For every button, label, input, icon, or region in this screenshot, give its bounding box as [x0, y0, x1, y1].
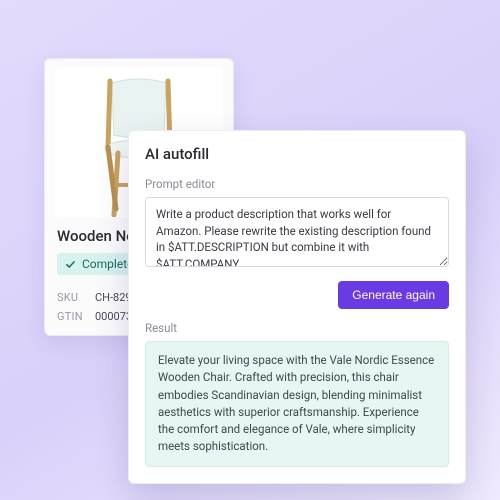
- result-output: Elevate your living space with the Vale …: [145, 341, 449, 467]
- ai-panel-title: AI autofill: [145, 145, 449, 163]
- prompt-editor-input[interactable]: [145, 197, 449, 267]
- ai-autofill-panel: AI autofill Prompt editor Generate again…: [128, 130, 466, 484]
- result-label: Result: [145, 321, 449, 335]
- gtin-label: GTIN: [57, 310, 85, 323]
- prompt-editor-label: Prompt editor: [145, 177, 449, 191]
- generate-again-button[interactable]: Generate again: [338, 281, 449, 309]
- check-icon: [65, 259, 76, 270]
- ai-actions: Generate again: [145, 281, 449, 309]
- sku-label: SKU: [57, 291, 85, 304]
